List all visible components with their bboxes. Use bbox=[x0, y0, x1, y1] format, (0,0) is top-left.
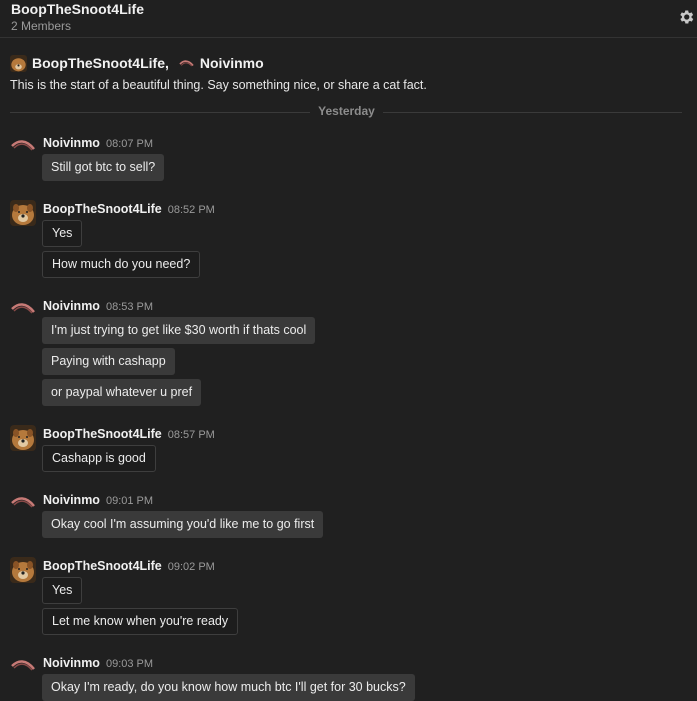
author-name[interactable]: Noivinmo bbox=[43, 136, 100, 150]
message-bubble[interactable]: Okay I'm ready, do you know how much btc… bbox=[42, 674, 415, 701]
intro-user1[interactable]: BoopTheSnoot4Life, bbox=[32, 55, 169, 71]
message-bubble[interactable]: Paying with cashapp bbox=[42, 348, 175, 375]
divider-line bbox=[383, 112, 682, 113]
divider-label: Yesterday bbox=[318, 104, 375, 118]
message-bubble[interactable]: Yes bbox=[42, 220, 83, 247]
message-bubble[interactable]: or paypal whatever u pref bbox=[42, 379, 202, 406]
chat-header: BoopTheSnoot4Life 2 Members bbox=[0, 0, 697, 38]
divider-line bbox=[10, 112, 310, 113]
conversation-intro: BoopTheSnoot4Life, Noivinmo This is the … bbox=[10, 54, 690, 92]
avatar-dog[interactable] bbox=[10, 200, 36, 226]
author-name[interactable]: BoopTheSnoot4Life bbox=[43, 427, 162, 441]
timestamp: 08:53 PM bbox=[105, 301, 154, 313]
message-bubble[interactable]: How much do you need? bbox=[42, 251, 201, 278]
message-bubble[interactable]: Cashapp is good bbox=[42, 445, 156, 472]
author-name[interactable]: BoopTheSnoot4Life bbox=[43, 202, 162, 216]
avatar-plant[interactable] bbox=[10, 654, 36, 680]
intro-participants: BoopTheSnoot4Life, Noivinmo bbox=[10, 54, 690, 72]
message-meta: Noivinmo 08:53 PM bbox=[43, 297, 153, 313]
avatar-plant[interactable] bbox=[10, 134, 36, 160]
message-bubble[interactable]: Let me know when you're ready bbox=[42, 608, 239, 635]
author-name[interactable]: Noivinmo bbox=[43, 493, 100, 507]
message-meta: BoopTheSnoot4Life 08:52 PM bbox=[43, 200, 215, 216]
author-name[interactable]: Noivinmo bbox=[43, 656, 100, 670]
message-meta: BoopTheSnoot4Life 08:57 PM bbox=[43, 425, 215, 441]
message-bubble[interactable]: Okay cool I'm assuming you'd like me to … bbox=[42, 511, 324, 538]
author-name[interactable]: Noivinmo bbox=[43, 299, 100, 313]
message-bubble[interactable]: Still got btc to sell? bbox=[42, 154, 165, 181]
timestamp: 08:52 PM bbox=[167, 204, 215, 216]
timestamp: 09:03 PM bbox=[105, 658, 154, 670]
message-bubble[interactable]: I'm just trying to get like $30 worth if… bbox=[42, 317, 316, 344]
timestamp: 08:57 PM bbox=[167, 429, 215, 441]
member-count[interactable]: 2 Members bbox=[11, 19, 71, 33]
gear-icon[interactable] bbox=[677, 8, 695, 26]
message-meta: Noivinmo 09:01 PM bbox=[43, 491, 153, 507]
avatar-dog[interactable] bbox=[10, 557, 36, 583]
message-meta: Noivinmo 09:03 PM bbox=[43, 654, 153, 670]
avatar-plant bbox=[177, 54, 195, 72]
intro-user2[interactable]: Noivinmo bbox=[200, 55, 264, 71]
timestamp: 09:02 PM bbox=[167, 561, 215, 573]
avatar-plant[interactable] bbox=[10, 491, 36, 517]
timestamp: 08:07 PM bbox=[105, 138, 154, 150]
chat-title: BoopTheSnoot4Life bbox=[11, 1, 144, 17]
avatar-dog[interactable] bbox=[10, 425, 36, 451]
message-meta: BoopTheSnoot4Life 09:02 PM bbox=[43, 557, 215, 573]
message-bubble[interactable]: Yes bbox=[42, 577, 83, 604]
timestamp: 09:01 PM bbox=[105, 495, 154, 507]
avatar-dog bbox=[10, 54, 27, 72]
message-meta: Noivinmo 08:07 PM bbox=[43, 134, 153, 150]
author-name[interactable]: BoopTheSnoot4Life bbox=[43, 559, 162, 573]
intro-text: This is the start of a beautiful thing. … bbox=[10, 78, 427, 92]
date-divider: Yesterday bbox=[10, 104, 682, 120]
avatar-plant[interactable] bbox=[10, 297, 36, 323]
